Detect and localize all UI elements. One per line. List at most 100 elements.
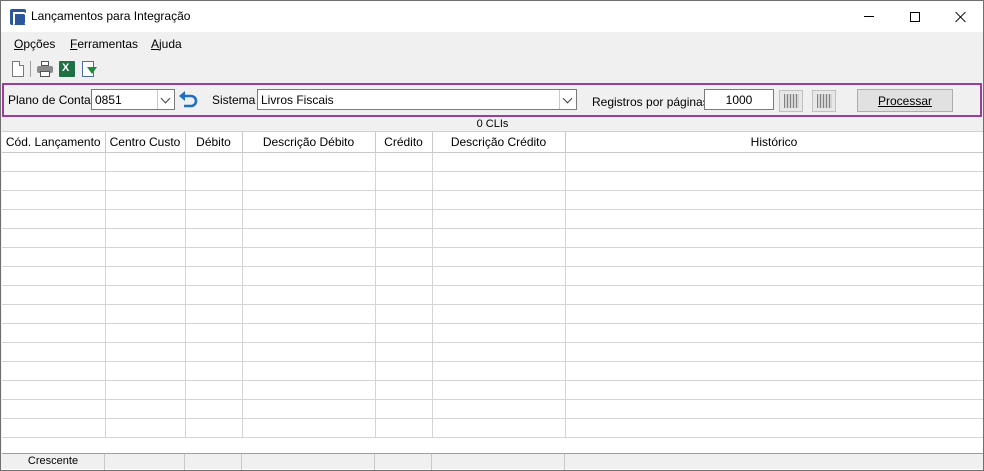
plano-de-contas-select[interactable]: 0851 bbox=[91, 89, 175, 110]
table-cell[interactable] bbox=[432, 171, 566, 191]
table-cell[interactable] bbox=[185, 190, 243, 210]
table-cell[interactable] bbox=[105, 361, 186, 381]
menu-ajuda[interactable]: Ajuda bbox=[151, 37, 182, 51]
table-row[interactable] bbox=[2, 304, 983, 324]
table-cell[interactable] bbox=[565, 171, 983, 191]
table-cell[interactable] bbox=[242, 152, 376, 172]
minimize-button[interactable] bbox=[846, 1, 892, 32]
table-cell[interactable] bbox=[105, 418, 186, 438]
table-cell[interactable] bbox=[432, 399, 566, 419]
table-cell[interactable] bbox=[105, 247, 186, 267]
chevron-down-icon[interactable] bbox=[157, 90, 174, 109]
table-cell[interactable] bbox=[105, 342, 186, 362]
table-cell[interactable] bbox=[375, 304, 433, 324]
table-row[interactable] bbox=[2, 171, 983, 191]
table-cell[interactable] bbox=[565, 266, 983, 286]
table-row[interactable] bbox=[2, 190, 983, 210]
table-cell[interactable] bbox=[242, 361, 376, 381]
table-cell[interactable] bbox=[565, 399, 983, 419]
table-cell[interactable] bbox=[565, 285, 983, 305]
table-cell[interactable] bbox=[375, 342, 433, 362]
table-cell[interactable] bbox=[432, 152, 566, 172]
table-cell[interactable] bbox=[242, 171, 376, 191]
table-cell[interactable] bbox=[185, 380, 243, 400]
table-cell[interactable] bbox=[2, 228, 106, 248]
table-cell[interactable] bbox=[432, 361, 566, 381]
table-row[interactable] bbox=[2, 361, 983, 381]
col-header-historico[interactable]: Histórico bbox=[565, 132, 983, 153]
table-cell[interactable] bbox=[565, 209, 983, 229]
table-cell[interactable] bbox=[565, 323, 983, 343]
table-cell[interactable] bbox=[105, 171, 186, 191]
table-cell[interactable] bbox=[2, 304, 106, 324]
table-cell[interactable] bbox=[185, 228, 243, 248]
table-row[interactable] bbox=[2, 209, 983, 229]
table-cell[interactable] bbox=[2, 190, 106, 210]
table-cell[interactable] bbox=[2, 171, 106, 191]
table-cell[interactable] bbox=[242, 380, 376, 400]
table-cell[interactable] bbox=[2, 399, 106, 419]
menu-opcoes[interactable]: Opções bbox=[14, 37, 55, 51]
col-header-credito[interactable]: Crédito bbox=[375, 132, 433, 153]
table-cell[interactable] bbox=[105, 228, 186, 248]
table-cell[interactable] bbox=[375, 247, 433, 267]
table-cell[interactable] bbox=[185, 285, 243, 305]
table-cell[interactable] bbox=[2, 247, 106, 267]
table-cell[interactable] bbox=[432, 247, 566, 267]
table-cell[interactable] bbox=[565, 247, 983, 267]
table-cell[interactable] bbox=[2, 285, 106, 305]
table-cell[interactable] bbox=[242, 190, 376, 210]
chevron-down-icon[interactable] bbox=[559, 90, 576, 109]
table-cell[interactable] bbox=[185, 152, 243, 172]
table-cell[interactable] bbox=[185, 247, 243, 267]
table-cell[interactable] bbox=[375, 418, 433, 438]
table-cell[interactable] bbox=[242, 342, 376, 362]
table-cell[interactable] bbox=[565, 190, 983, 210]
table-cell[interactable] bbox=[375, 323, 433, 343]
table-row[interactable] bbox=[2, 323, 983, 343]
previous-page-icon[interactable] bbox=[779, 90, 803, 112]
sistema-select[interactable]: Livros Fiscais bbox=[257, 89, 577, 110]
table-cell[interactable] bbox=[242, 209, 376, 229]
table-cell[interactable] bbox=[432, 190, 566, 210]
menu-ferramentas[interactable]: Ferramentas bbox=[70, 37, 138, 51]
col-header-descricao-debito[interactable]: Descrição Débito bbox=[242, 132, 376, 153]
table-cell[interactable] bbox=[105, 209, 186, 229]
table-cell[interactable] bbox=[432, 304, 566, 324]
table-row[interactable] bbox=[2, 247, 983, 267]
table-row[interactable] bbox=[2, 285, 983, 305]
table-row[interactable] bbox=[2, 418, 983, 438]
table-cell[interactable] bbox=[2, 323, 106, 343]
table-cell[interactable] bbox=[185, 304, 243, 324]
table-cell[interactable] bbox=[432, 380, 566, 400]
table-cell[interactable] bbox=[2, 418, 106, 438]
table-cell[interactable] bbox=[375, 399, 433, 419]
table-cell[interactable] bbox=[565, 342, 983, 362]
table-cell[interactable] bbox=[565, 380, 983, 400]
table-cell[interactable] bbox=[185, 418, 243, 438]
col-header-centro-custo[interactable]: Centro Custo bbox=[105, 132, 186, 153]
table-cell[interactable] bbox=[242, 323, 376, 343]
table-cell[interactable] bbox=[105, 266, 186, 286]
excel-export-icon[interactable] bbox=[59, 61, 75, 77]
table-row[interactable] bbox=[2, 266, 983, 286]
close-button[interactable] bbox=[938, 1, 983, 32]
table-cell[interactable] bbox=[185, 342, 243, 362]
table-row[interactable] bbox=[2, 399, 983, 419]
table-cell[interactable] bbox=[242, 285, 376, 305]
table-cell[interactable] bbox=[2, 361, 106, 381]
table-cell[interactable] bbox=[2, 209, 106, 229]
new-document-icon[interactable] bbox=[12, 61, 24, 77]
table-cell[interactable] bbox=[432, 323, 566, 343]
col-header-cod-lancamento[interactable]: Cód. Lançamento bbox=[2, 132, 106, 153]
print-icon[interactable] bbox=[37, 61, 53, 77]
table-cell[interactable] bbox=[565, 418, 983, 438]
col-header-debito[interactable]: Débito bbox=[185, 132, 243, 153]
processar-button[interactable]: Processar bbox=[857, 89, 953, 112]
export-download-icon[interactable] bbox=[82, 61, 97, 77]
table-cell[interactable] bbox=[185, 323, 243, 343]
next-page-icon[interactable] bbox=[812, 90, 836, 112]
table-cell[interactable] bbox=[2, 342, 106, 362]
table-cell[interactable] bbox=[375, 171, 433, 191]
sort-order-label[interactable]: Crescente bbox=[2, 454, 105, 470]
